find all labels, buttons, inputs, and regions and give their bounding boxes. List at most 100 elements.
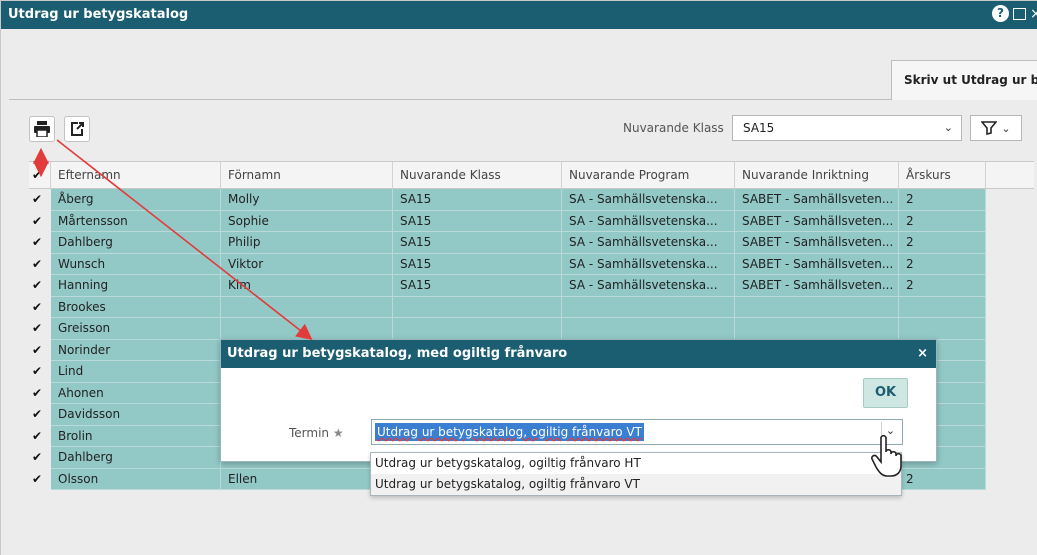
termin-dropdown: Utdrag ur betygskatalog, ogiltig frånvar… bbox=[370, 452, 902, 496]
table-cell: SABET - Samhällsveten... bbox=[735, 232, 899, 254]
table-cell bbox=[899, 318, 986, 340]
table-row[interactable]: ✔ Brookes bbox=[29, 296, 1034, 318]
table-cell: SA15 bbox=[393, 275, 562, 297]
row-check-icon[interactable]: ✔ bbox=[29, 189, 51, 211]
column-header[interactable]: Nuvarande Klass bbox=[393, 162, 562, 188]
table-cell: 2 bbox=[899, 275, 986, 297]
row-check-icon[interactable]: ✔ bbox=[29, 253, 51, 275]
chevron-down-icon: ⌄ bbox=[943, 121, 953, 134]
table-cell: Olsson bbox=[51, 468, 221, 490]
table-cell: SA - Samhällsvetenska... bbox=[562, 253, 735, 275]
chevron-down-icon: ⌄ bbox=[1001, 121, 1011, 135]
close-icon[interactable]: × bbox=[1030, 6, 1037, 22]
table-cell bbox=[221, 318, 393, 340]
maximize-icon[interactable] bbox=[1013, 7, 1026, 20]
table-cell: Wunsch bbox=[51, 253, 221, 275]
row-check-icon[interactable]: ✔ bbox=[29, 382, 51, 404]
tab-bar: Skriv ut Utdrag ur betygskatalog bbox=[9, 60, 1037, 100]
ok-button[interactable]: OK bbox=[863, 378, 908, 408]
app-window: Utdrag ur betygskatalog ? × Skriv ut Utd… bbox=[0, 0, 1037, 555]
row-check-icon[interactable]: ✔ bbox=[29, 275, 51, 297]
table-cell: Dahlberg bbox=[51, 232, 221, 254]
column-header[interactable]: Nuvarande Program bbox=[562, 162, 735, 188]
select-all-checkbox[interactable]: ✔ bbox=[29, 162, 51, 188]
export-button[interactable] bbox=[64, 116, 90, 142]
help-icon[interactable]: ? bbox=[992, 5, 1009, 22]
row-check-icon[interactable]: ✔ bbox=[29, 232, 51, 254]
table-cell: Mårtensson bbox=[51, 210, 221, 232]
table-cell: SA - Samhällsvetenska... bbox=[562, 232, 735, 254]
table-cell: Viktor bbox=[221, 253, 393, 275]
table-cell: SA - Samhällsvetenska... bbox=[562, 210, 735, 232]
table-cell: Davidsson bbox=[51, 404, 221, 426]
column-header[interactable]: Nuvarande Inriktning bbox=[735, 162, 899, 188]
row-check-icon[interactable]: ✔ bbox=[29, 404, 51, 426]
termin-selected-value: Utdrag ur betygskatalog, ogiltig frånvar… bbox=[375, 423, 644, 441]
termin-select[interactable]: Utdrag ur betygskatalog, ogiltig frånvar… bbox=[371, 419, 903, 445]
table-cell: Molly bbox=[221, 189, 393, 211]
table-cell: Brolin bbox=[51, 425, 221, 447]
table-row[interactable]: ✔ Åberg Molly SA15 SA - Samhällsvetenska... S… bbox=[29, 189, 1034, 211]
column-header[interactable]: Förnamn bbox=[221, 162, 393, 188]
table-row[interactable]: ✔ Mårtensson Sophie SA15 SA - Samhällsvetens… bbox=[29, 210, 1034, 232]
grid-header: ✔ Efternamn Förnamn Nuvarande Klass Nuva… bbox=[29, 161, 1034, 189]
table-row[interactable]: ✔ Hanning Kim SA15 SA - Samhällsvetenska... S… bbox=[29, 275, 1034, 297]
table-cell: Sophie bbox=[221, 210, 393, 232]
table-cell: Hanning bbox=[51, 275, 221, 297]
table-cell: 2 bbox=[899, 189, 986, 211]
table-row[interactable]: ✔ Dahlberg Philip SA15 SA - Samhällsvetenska… bbox=[29, 232, 1034, 254]
table-cell: 2 bbox=[899, 210, 986, 232]
printer-icon bbox=[34, 121, 50, 137]
table-cell: 2 bbox=[899, 253, 986, 275]
row-check-icon[interactable]: ✔ bbox=[29, 468, 51, 490]
filter-button[interactable]: ⌄ bbox=[970, 115, 1022, 141]
table-cell: Ellen bbox=[221, 468, 393, 490]
table-cell: Brookes bbox=[51, 296, 221, 318]
table-cell: Ahonen bbox=[51, 382, 221, 404]
table-cell: SA15 bbox=[393, 210, 562, 232]
dialog-title-bar: Utdrag ur betygskatalog, med ogiltig frå… bbox=[221, 340, 936, 368]
required-star-icon: ★ bbox=[332, 426, 344, 440]
window-controls: ? × bbox=[992, 5, 1037, 22]
termin-label: Termin ★ bbox=[289, 426, 344, 440]
table-cell: Dahlberg bbox=[51, 447, 221, 469]
table-cell bbox=[221, 296, 393, 318]
dropdown-option[interactable]: Utdrag ur betygskatalog, ogiltig frånvar… bbox=[371, 453, 901, 474]
close-icon[interactable]: × bbox=[917, 340, 928, 368]
table-cell: Åberg bbox=[51, 189, 221, 211]
table-cell bbox=[735, 318, 899, 340]
table-cell bbox=[393, 318, 562, 340]
hand-cursor-icon bbox=[871, 434, 902, 477]
table-row[interactable]: ✔ Wunsch Viktor SA15 SA - Samhällsvetenska..… bbox=[29, 253, 1034, 275]
row-check-icon[interactable]: ✔ bbox=[29, 296, 51, 318]
table-cell: SA15 bbox=[393, 232, 562, 254]
table-cell: 2 bbox=[899, 232, 986, 254]
row-check-icon[interactable]: ✔ bbox=[29, 210, 51, 232]
table-row[interactable]: ✔ Greisson bbox=[29, 318, 1034, 340]
table-cell: SA - Samhällsvetenska... bbox=[562, 189, 735, 211]
row-check-icon[interactable]: ✔ bbox=[29, 447, 51, 469]
table-cell: SABET - Samhällsveten... bbox=[735, 275, 899, 297]
column-header[interactable]: Årskurs bbox=[899, 162, 986, 188]
dropdown-option[interactable]: Utdrag ur betygskatalog, ogiltig frånvar… bbox=[371, 474, 901, 495]
funnel-icon bbox=[981, 121, 998, 135]
row-check-icon[interactable]: ✔ bbox=[29, 361, 51, 383]
tab-print-report[interactable]: Skriv ut Utdrag ur betygskatalog bbox=[891, 60, 1037, 100]
table-cell bbox=[393, 296, 562, 318]
window-title: Utdrag ur betygskatalog bbox=[8, 7, 189, 22]
table-cell bbox=[562, 318, 735, 340]
print-button[interactable] bbox=[29, 116, 55, 142]
table-cell: Greisson bbox=[51, 318, 221, 340]
row-check-icon[interactable]: ✔ bbox=[29, 425, 51, 447]
termin-dialog: Utdrag ur betygskatalog, med ogiltig frå… bbox=[220, 339, 937, 462]
class-filter-value: SA15 bbox=[743, 121, 775, 135]
table-cell: Norinder bbox=[51, 339, 221, 361]
table-cell: SABET - Samhällsveten... bbox=[735, 210, 899, 232]
table-cell: SA - Samhällsvetenska... bbox=[562, 275, 735, 297]
column-header[interactable]: Efternamn bbox=[51, 162, 221, 188]
table-cell bbox=[735, 296, 899, 318]
class-filter-select[interactable]: SA15 ⌄ bbox=[732, 115, 962, 141]
row-check-icon[interactable]: ✔ bbox=[29, 318, 51, 340]
row-check-icon[interactable]: ✔ bbox=[29, 339, 51, 361]
table-cell: SA15 bbox=[393, 253, 562, 275]
